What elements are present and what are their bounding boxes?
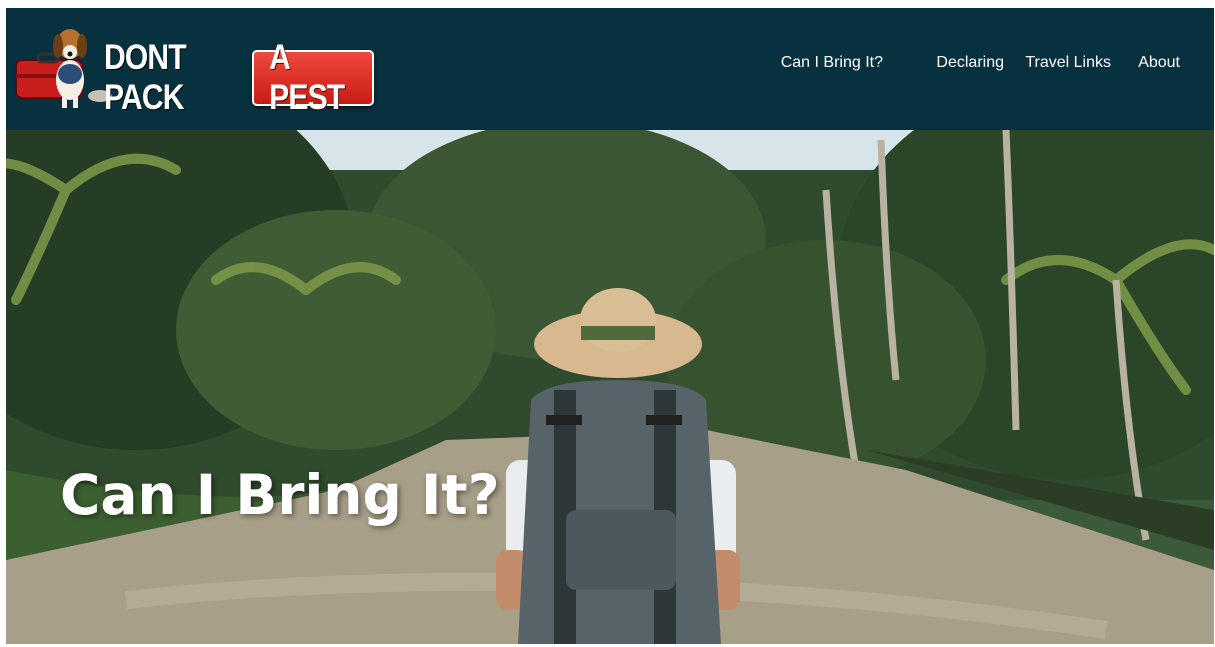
hero-title: Can I Bring It? bbox=[60, 462, 500, 527]
logo-text-dont-pack: DONT PACK bbox=[104, 38, 187, 117]
site-logo[interactable]: DONT PACK A PEST bbox=[14, 18, 374, 117]
logo-wordmark: DONT PACK A PEST bbox=[104, 38, 374, 118]
nav-link-can-i-bring-it[interactable]: Can I Bring It? bbox=[781, 54, 883, 72]
nav-link-declaring[interactable]: Declaring bbox=[936, 54, 1004, 72]
nav-link-travel-links[interactable]: Travel Links bbox=[1025, 54, 1111, 72]
site-header: DONT PACK A PEST Can I Bring It? Declari… bbox=[6, 8, 1214, 130]
hero-banner: Can I Bring It? bbox=[6, 130, 1214, 644]
logo-badge: A PEST bbox=[252, 38, 374, 117]
page-frame: DONT PACK A PEST Can I Bring It? Declari… bbox=[6, 8, 1214, 644]
nav-link-about[interactable]: About bbox=[1138, 54, 1180, 72]
logo-text-a-pest: A PEST bbox=[269, 38, 345, 117]
hero-image-jungle-backpacker bbox=[6, 130, 1214, 644]
